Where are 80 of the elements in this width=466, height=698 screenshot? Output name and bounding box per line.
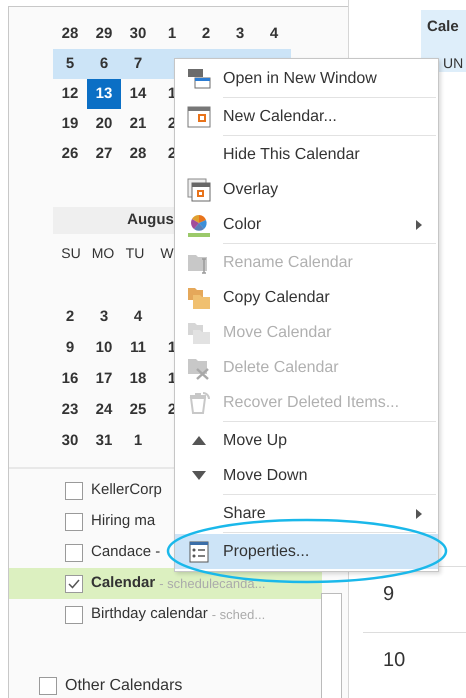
calendar-day[interactable]: 14	[121, 79, 155, 109]
calendar-tab-title: Cale	[427, 17, 460, 37]
calendar-account: - schedulecanda...	[159, 574, 266, 593]
selected-calendar-row[interactable]: Calendar - schedulecanda...	[9, 568, 322, 599]
calendar-day[interactable]: 23	[53, 395, 87, 426]
calendar-account: - sched...	[212, 606, 266, 624]
properties-icon	[189, 540, 209, 562]
calendar-day[interactable]: 10	[87, 333, 121, 364]
calendar-day[interactable]: 20	[87, 109, 121, 139]
calendar-day[interactable]: 25	[121, 395, 155, 426]
calendar-checkbox[interactable]	[65, 482, 83, 500]
calendar-day[interactable]: 19	[53, 109, 87, 139]
calendar-checkbox[interactable]	[65, 606, 83, 624]
calendar-day[interactable]: 21	[121, 109, 155, 139]
scrollbar[interactable]	[321, 593, 342, 698]
calendar-day[interactable]: 11	[121, 333, 155, 364]
calendar-day[interactable]: 3	[223, 19, 257, 49]
calendar-checkbox[interactable]	[65, 544, 83, 562]
group-label: Other Calendars	[65, 676, 182, 696]
menu-item[interactable]: Share	[175, 496, 438, 531]
folder-icon	[187, 320, 211, 344]
calendar-day[interactable]: 2	[53, 302, 87, 333]
calendar-day[interactable]: 4	[257, 19, 291, 49]
calendar-day[interactable]: 16	[53, 364, 87, 395]
calendar-day[interactable]: 2	[189, 19, 223, 49]
menu-item[interactable]: Hide This Calendar	[175, 137, 438, 172]
weekday-label: SU	[60, 244, 82, 262]
calendar-day[interactable]: 18	[121, 364, 155, 395]
weekday-label: TU	[124, 244, 146, 262]
recycle-bin-icon	[187, 390, 211, 414]
calendar-day[interactable]: 29	[87, 19, 121, 49]
calendar-day[interactable]: 17	[87, 364, 121, 395]
calendar-day[interactable]: 26	[53, 139, 87, 169]
menu-item[interactable]: Move Up	[175, 423, 438, 458]
calendar-day[interactable]: 28	[53, 19, 87, 49]
checkmark-icon	[68, 578, 80, 588]
menu-item[interactable]: Overlay	[175, 172, 438, 207]
menu-item[interactable]: Copy Calendar	[175, 280, 438, 315]
calendar-day[interactable]: 4	[121, 302, 155, 333]
calendar-day[interactable]: 3	[87, 302, 121, 333]
hour-label: 9	[383, 582, 394, 607]
calendar-day[interactable]: 5	[53, 49, 87, 79]
calendar-day[interactable]: 30	[53, 426, 87, 457]
calendar-name: KellerCorp	[91, 480, 162, 500]
menu-item[interactable]: Move Down	[175, 458, 438, 493]
triangle-up-icon	[192, 436, 206, 445]
calendar-day[interactable]: 7	[121, 49, 155, 79]
calendar-day[interactable]: 31	[87, 426, 121, 457]
calendar-day[interactable]: 12	[53, 79, 87, 109]
calendar-day[interactable]: 9	[53, 333, 87, 364]
menu-item[interactable]: Properties...	[175, 534, 438, 569]
calendar-day[interactable]: 6	[87, 49, 121, 79]
calendar-day[interactable]: 1	[121, 426, 155, 457]
calendar-icon	[187, 106, 211, 128]
triangle-down-icon	[192, 471, 206, 480]
window-icon	[187, 68, 211, 90]
calendar-name: Candace -	[91, 542, 160, 562]
menu-item[interactable]: New Calendar...	[175, 99, 438, 134]
calendar-day[interactable]: 27	[87, 139, 121, 169]
other-calendars-checkbox[interactable]	[39, 677, 57, 695]
calendar-day[interactable]: 28	[121, 139, 155, 169]
calendar-day[interactable]: 13	[87, 79, 121, 109]
submenu-arrow-icon	[416, 508, 422, 518]
weekday-label: W	[159, 244, 175, 262]
calendar-day[interactable]: 30	[121, 19, 155, 49]
overlay-calendar-icon	[187, 178, 211, 202]
color-palette-icon	[187, 212, 211, 236]
calendar-day[interactable]: 24	[87, 395, 121, 426]
weekday-label: MO	[90, 244, 116, 262]
calendar-checkbox[interactable]	[65, 574, 83, 592]
hour-label: 10	[383, 648, 406, 673]
calendar-name: Hiring ma	[91, 511, 156, 532]
submenu-arrow-icon	[416, 220, 422, 230]
folder-icon	[187, 286, 211, 310]
calendar-name: Calendar	[91, 573, 156, 594]
calendar-checkbox[interactable]	[65, 512, 83, 530]
day-header: UN	[443, 54, 464, 72]
calendar-day[interactable]: 1	[155, 19, 189, 49]
calendar-row[interactable]: Birthday calendar - sched...	[9, 599, 322, 630]
calendar-name: Birthday calendar	[91, 604, 208, 624]
